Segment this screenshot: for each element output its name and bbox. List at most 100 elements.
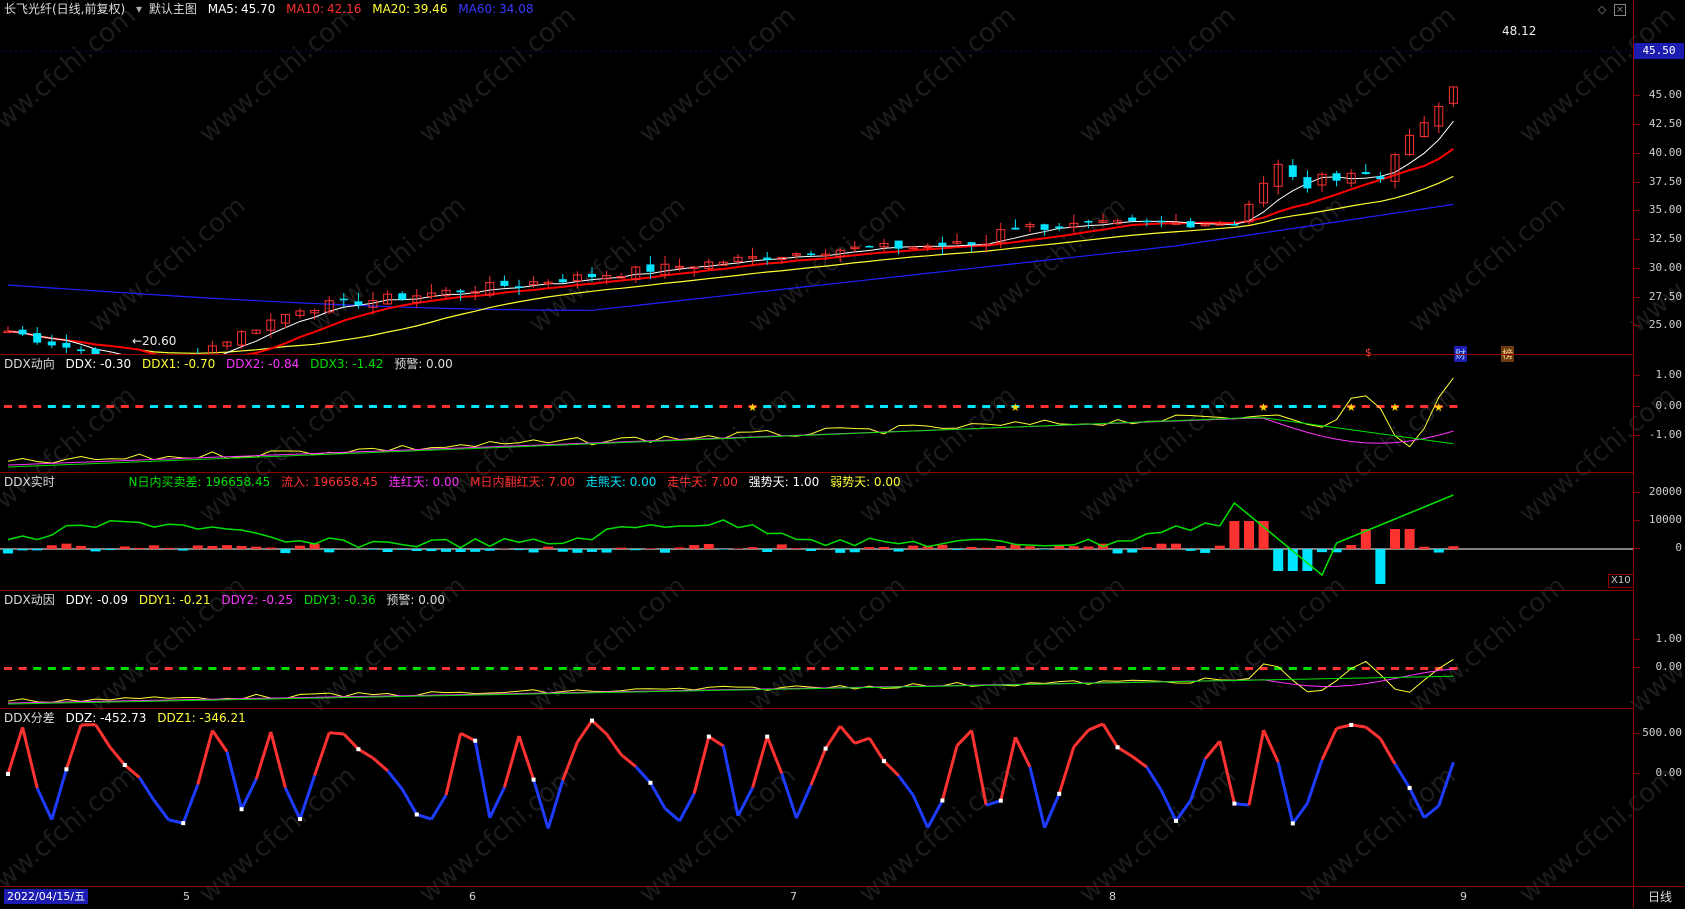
ddy-dash xyxy=(208,667,216,670)
ddx-dash xyxy=(194,405,202,408)
ddz-chart[interactable] xyxy=(0,709,1633,887)
ddy-dash xyxy=(179,667,187,670)
ddz-dot xyxy=(473,739,477,743)
ddz-dot xyxy=(181,821,185,825)
ddz-segment xyxy=(826,726,841,748)
ddz-segment xyxy=(811,749,826,785)
candlestick-chart[interactable] xyxy=(0,0,1633,354)
month-label-9: 9 xyxy=(1460,890,1467,903)
candle-down xyxy=(865,246,873,248)
ddz-segment xyxy=(1001,737,1016,801)
ddy-dash xyxy=(384,667,392,670)
diamond-icon[interactable]: ◇ xyxy=(1596,4,1608,16)
candle-down xyxy=(938,243,946,246)
axis-tick-mark xyxy=(1634,667,1640,668)
ma10-value: 42.16 xyxy=(327,2,361,16)
rt-bar-up xyxy=(1346,545,1356,549)
ma10-line xyxy=(8,149,1453,354)
rt-bar-up xyxy=(149,545,159,549)
time-axis[interactable]: 2022/04/15/五 5 6 7 8 9 xyxy=(0,886,1633,908)
ddz-segment xyxy=(1234,804,1249,806)
ddx-dash xyxy=(208,405,216,408)
axis-tick-mark xyxy=(1634,435,1640,436)
ddy-title[interactable]: DDX动因 xyxy=(4,593,55,607)
ddz-value: DDZ: -452.73 xyxy=(66,711,147,725)
ddy-dash xyxy=(194,667,202,670)
ddy-dash xyxy=(1362,667,1370,670)
ddy-dash xyxy=(734,667,742,670)
rt-bar-up xyxy=(1069,546,1079,549)
realtime-axis[interactable]: 20000100000 xyxy=(1633,472,1685,590)
ddz-segment xyxy=(183,785,198,824)
ddx-dash xyxy=(340,405,348,408)
rt-bar-down xyxy=(397,549,407,550)
ddy-chart[interactable] xyxy=(0,591,1633,709)
ddx-realtime-panel[interactable]: DDX实时 N日内买卖差: 196658.45 流入: 196658.45 连红… xyxy=(0,472,1633,591)
ddx-dash xyxy=(486,405,494,408)
ddy-dash xyxy=(369,667,377,670)
period-button[interactable]: 日线 xyxy=(1633,886,1685,908)
view-label[interactable]: 默认主图 xyxy=(149,2,197,16)
candle-down xyxy=(19,330,27,335)
ddy-panel[interactable]: DDX动因 DDY: -0.09 DDY1: -0.21 DDY2: -0.25… xyxy=(0,590,1633,709)
ddy-dash xyxy=(1172,667,1180,670)
ma5-line xyxy=(8,121,1453,354)
ddz-title[interactable]: DDX分差 xyxy=(4,711,55,725)
ddz-segment xyxy=(1191,759,1206,801)
rt-bar-down xyxy=(105,549,115,550)
rt-bar-up xyxy=(61,544,71,549)
realtime-title[interactable]: DDX实时 xyxy=(4,475,55,489)
ma60-value: 34.08 xyxy=(499,2,533,16)
ddy-dash xyxy=(1391,667,1399,670)
ddy-dash xyxy=(1303,667,1311,670)
ddx-title[interactable]: DDX动向 xyxy=(4,357,55,371)
star-icon: ★ xyxy=(1390,401,1400,414)
ddz-axis[interactable]: 500.000.00 xyxy=(1633,708,1685,886)
rt-bar-down xyxy=(835,549,845,553)
rt-bar-up xyxy=(1419,547,1429,549)
ddz-segment xyxy=(110,747,125,765)
ma60-line xyxy=(8,204,1453,310)
rt-bar-down xyxy=(572,549,582,553)
rt-bar-up xyxy=(1229,521,1239,549)
ddy-dash xyxy=(1187,667,1195,670)
ddx-chart[interactable]: ★★★★★★ xyxy=(0,355,1633,473)
ddx-dash xyxy=(690,405,698,408)
ddz-panel[interactable]: DDX分差 DDZ: -452.73 DDZ1: -346.21 xyxy=(0,708,1633,887)
close-icon[interactable]: × xyxy=(1614,4,1626,16)
ddy-dash xyxy=(515,667,523,670)
ddz-dot xyxy=(707,735,711,739)
ddy-dash xyxy=(807,667,815,670)
ddx-axis[interactable]: 1.000.00-1.00 xyxy=(1633,354,1685,472)
ddy-axis[interactable]: 1.000.00 xyxy=(1633,590,1685,708)
ddz-segment xyxy=(928,800,943,827)
ddz-segment xyxy=(1103,724,1118,747)
ddz-segment xyxy=(256,732,271,779)
ddx-panel[interactable]: ★★★★★★ DDX动向 DDX: -0.30 DDX1: -0.70 DDX2… xyxy=(0,354,1633,473)
rt-bar-down xyxy=(850,549,860,552)
ddy-dash xyxy=(150,667,158,670)
candle-down xyxy=(1289,165,1297,177)
ddx-realtime-chart[interactable] xyxy=(0,473,1633,591)
rt-bar-down xyxy=(952,549,962,550)
rt-bar-down xyxy=(441,549,451,552)
ddx3-line xyxy=(8,418,1453,467)
ddz-segment xyxy=(242,779,257,809)
candle-down xyxy=(1303,177,1311,188)
candle-down xyxy=(1055,226,1063,228)
ddx2-value: DDX2: -0.84 xyxy=(226,357,299,371)
star-icon: ★ xyxy=(748,401,758,414)
rt-bar-up xyxy=(120,546,130,549)
ddz-segment xyxy=(709,737,724,746)
ddx-dash xyxy=(1303,405,1311,408)
axis-tick-label: 0.00 xyxy=(1656,399,1683,412)
ddz-segment xyxy=(169,820,184,823)
ddx-dash xyxy=(121,405,129,408)
axis-tick-label: 37.50 xyxy=(1649,175,1682,188)
stock-title[interactable]: 长飞光纤(日线,前复权) xyxy=(4,2,125,16)
ddz-segment xyxy=(855,738,870,743)
dropdown-arrow-icon[interactable]: ▾ xyxy=(136,2,142,16)
main-chart-panel[interactable]: 长飞光纤(日线,前复权) ▾ 默认主图 MA5:45.70 MA10:42.16… xyxy=(0,0,1633,354)
ddx-dash xyxy=(62,405,70,408)
ddy-warn-value: 预警: 0.00 xyxy=(386,593,445,607)
